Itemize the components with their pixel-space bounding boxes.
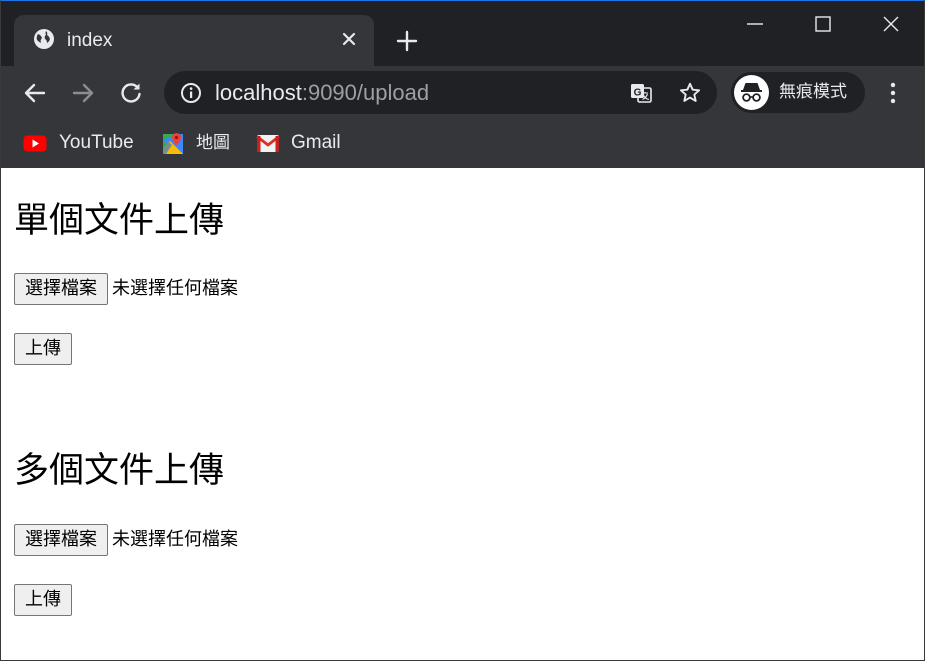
tab-strip: index — [1, 1, 924, 66]
info-icon[interactable] — [180, 82, 202, 104]
url-path: :9090/upload — [301, 80, 430, 105]
url-text[interactable]: localhost:9090/upload — [215, 81, 429, 105]
incognito-profile-button[interactable]: 無痕模式 — [731, 72, 865, 113]
single-file-input[interactable]: 選擇檔案 未選擇任何檔案 — [14, 273, 238, 305]
tab-title: index — [67, 30, 113, 51]
single-upload-button[interactable]: 上傳 — [14, 333, 72, 365]
close-window-button[interactable] — [857, 1, 924, 47]
bookmark-maps[interactable]: 地圖 — [161, 130, 236, 156]
page-content: 單個文件上傳 選擇檔案 未選擇任何檔案 上傳 多個文件上傳 選擇檔案 未選擇任何檔案… — [1, 168, 924, 660]
bookmark-label: YouTube — [59, 132, 134, 153]
single-file-status: 未選擇任何檔案 — [112, 278, 238, 299]
tab-index[interactable]: index — [14, 15, 374, 66]
maximize-button[interactable] — [789, 1, 857, 47]
reload-icon[interactable] — [117, 79, 145, 107]
kebab-menu-icon[interactable] — [879, 79, 907, 107]
bookmark-star-icon[interactable] — [678, 81, 702, 105]
svg-text:G: G — [634, 88, 642, 99]
forward-arrow-icon[interactable] — [69, 79, 97, 107]
gmail-icon — [256, 132, 280, 154]
bookmarks-bar: YouTube 地圖 Gmail — [1, 120, 924, 168]
incognito-label: 無痕模式 — [779, 82, 847, 102]
browser-toolbar: localhost:9090/upload G 無痕模式 — [1, 66, 924, 120]
single-choose-file-button[interactable]: 選擇檔案 — [14, 273, 108, 305]
browser-window: index localhost:9090/upload G 無痕模式 YouTu… — [0, 0, 925, 661]
minimize-button[interactable] — [721, 1, 789, 47]
bookmark-gmail[interactable]: Gmail — [256, 130, 346, 156]
multi-upload-heading: 多個文件上傳 — [14, 451, 225, 491]
address-bar[interactable]: localhost:9090/upload G — [164, 71, 717, 114]
bookmark-youtube[interactable]: YouTube — [23, 130, 138, 156]
maps-icon — [161, 132, 185, 154]
new-tab-icon[interactable] — [394, 28, 420, 54]
bookmark-label: Gmail — [291, 132, 341, 153]
multi-upload-row: 上傳 — [14, 584, 72, 616]
single-upload-row: 上傳 — [14, 333, 72, 365]
translate-icon[interactable]: G — [629, 81, 653, 105]
youtube-icon — [23, 132, 47, 154]
bookmark-label: 地圖 — [196, 133, 230, 153]
globe-icon — [33, 28, 55, 50]
single-upload-heading: 單個文件上傳 — [14, 201, 225, 241]
multi-file-status: 未選擇任何檔案 — [112, 529, 238, 550]
multi-file-input[interactable]: 選擇檔案 未選擇任何檔案 — [14, 524, 238, 556]
url-host: localhost — [215, 80, 302, 105]
multi-choose-file-button[interactable]: 選擇檔案 — [14, 524, 108, 556]
multi-upload-button[interactable]: 上傳 — [14, 584, 72, 616]
incognito-icon — [734, 75, 769, 110]
tab-close-icon[interactable] — [338, 28, 360, 50]
back-arrow-icon[interactable] — [21, 79, 49, 107]
